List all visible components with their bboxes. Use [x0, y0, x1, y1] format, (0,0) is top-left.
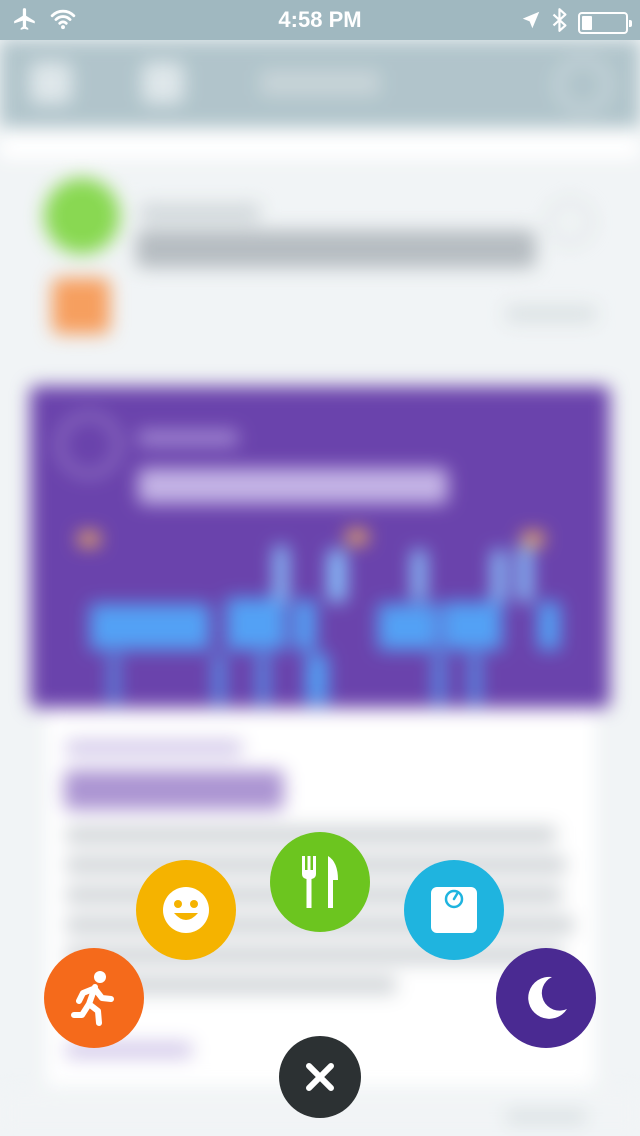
- status-bar: 4:58 PM: [0, 0, 640, 40]
- moon-icon: [521, 973, 571, 1023]
- close-menu-button[interactable]: [279, 1036, 361, 1118]
- bluetooth-icon: [552, 7, 568, 38]
- location-arrow-icon: [520, 9, 542, 36]
- scale-icon: [429, 885, 479, 935]
- log-sleep-button[interactable]: [496, 948, 596, 1048]
- smiley-face-icon: [161, 885, 211, 935]
- log-activity-button[interactable]: [44, 948, 144, 1048]
- fork-knife-icon: [300, 856, 340, 908]
- log-food-button[interactable]: [270, 832, 370, 932]
- log-weight-button[interactable]: [404, 860, 504, 960]
- battery-icon: [578, 11, 632, 34]
- log-mood-button[interactable]: [136, 860, 236, 960]
- close-icon: [304, 1061, 336, 1093]
- running-person-icon: [68, 969, 120, 1027]
